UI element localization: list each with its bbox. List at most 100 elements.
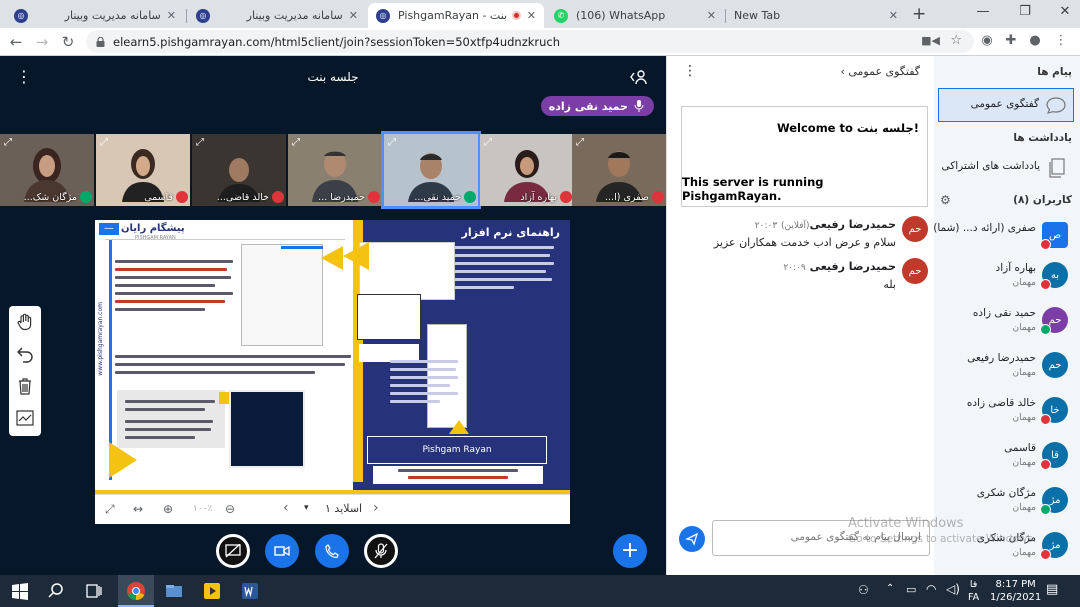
multi-user-whiteboard-icon[interactable] [15, 408, 35, 428]
chat-panel-title[interactable]: گفتگوی عمومی › [840, 65, 920, 78]
close-tab-icon[interactable]: ✕ [167, 9, 176, 22]
video-camera-button[interactable] [265, 534, 299, 568]
minimize-presentation-icon[interactable]: — [99, 223, 119, 235]
send-message-button[interactable] [679, 526, 705, 552]
slide-brand-logo-en: PISHGAM RAYAN [135, 235, 176, 241]
fullscreen-icon[interactable]: ⤢ [4, 137, 12, 148]
user-list-item[interactable]: حم حمید نقی زاده مهمان [934, 301, 1080, 345]
slide-arrow-shape [449, 420, 469, 434]
user-list-item[interactable]: حم حمیدرضا رفیعی مهمان [934, 346, 1080, 390]
camera-in-use-icon[interactable]: ■◀ [921, 34, 940, 47]
new-tab-plus-icon[interactable]: + [912, 4, 926, 24]
language-indicator[interactable]: فا FA [968, 578, 979, 604]
webcam-tile[interactable]: ⤢ مژگان شک... [0, 134, 94, 206]
tab-new-tab[interactable]: New Tab ✕ [726, 3, 906, 28]
webcam-tile[interactable]: ⤢ صفری (ا... [572, 134, 666, 206]
phone-icon [325, 544, 339, 558]
fullscreen-icon[interactable]: ⤢ [292, 137, 300, 148]
avatar: حم [902, 258, 928, 284]
next-slide-icon[interactable]: › [373, 500, 379, 516]
leave-audio-button[interactable] [315, 534, 349, 568]
webcam-tile-selected[interactable]: ⤢ حمید نقی... [381, 131, 481, 209]
url-bar[interactable]: elearn5.pishgamrayan.com/html5client/joi… [86, 30, 974, 53]
chat-options-icon[interactable]: ⋮ [683, 63, 697, 79]
close-window-icon[interactable]: ✕ [1050, 4, 1080, 19]
microphone-icon [634, 100, 644, 112]
puzzle-icon[interactable]: ✚ [1002, 33, 1020, 48]
task-view-icon[interactable] [84, 581, 104, 601]
user-list-item[interactable]: به بهاره آزاد مهمان [934, 256, 1080, 300]
notifications-icon[interactable]: ▤ [1046, 582, 1058, 597]
avatar: ص [1040, 222, 1068, 250]
reload-icon[interactable]: ↻ [58, 33, 78, 51]
video-camera-icon [274, 545, 290, 557]
previous-slide-icon[interactable]: ‹ [283, 500, 289, 516]
trash-clear-icon[interactable] [15, 376, 35, 396]
sidebar-item-public-chat[interactable]: گفتگوی عمومی [938, 88, 1074, 122]
system-clock[interactable]: 8:17 PM 1/26/2021 [990, 578, 1041, 604]
fullscreen-icon[interactable]: ⤢ [484, 137, 492, 148]
fullscreen-slide-icon[interactable]: ⤢ [105, 502, 115, 517]
tab-webinar-1[interactable]: ◎ سامانه مدیریت وبینار ✕ [6, 3, 184, 28]
webcam-tile[interactable]: ⤢ بهاره آزاد [480, 134, 574, 206]
close-tab-icon[interactable]: ✕ [889, 9, 898, 22]
fit-to-width-icon[interactable]: ↔ [133, 502, 143, 516]
restore-window-icon[interactable]: ❐ [1010, 4, 1040, 19]
user-list-toggle-icon[interactable] [628, 68, 648, 86]
forward-icon[interactable]: → [32, 33, 52, 51]
back-icon[interactable]: ← [6, 33, 26, 51]
slide-footer-logo: Pishgam Rayan [367, 436, 547, 464]
user-list-item[interactable]: ص صفری (ارائه د... (شما) [933, 216, 1080, 260]
file-explorer-icon[interactable] [164, 581, 184, 601]
share-screen-off-button[interactable] [216, 534, 250, 568]
webcam-tile[interactable]: ⤢ حمیدرضا ... [288, 134, 382, 206]
webcam-tile[interactable]: ⤢ خالد قاضی... [192, 134, 286, 206]
zoom-in-icon[interactable]: ⊕ [163, 502, 173, 516]
search-icon[interactable] [46, 581, 66, 601]
welcome-message-box: Welcome to جلسه بنت! This server is runn… [681, 106, 928, 207]
fullscreen-icon[interactable]: ⤢ [196, 137, 204, 148]
users-settings-gear-icon[interactable]: ⚙ [940, 193, 951, 207]
muted-mic-icon [560, 191, 572, 203]
wifi-icon[interactable]: ◠ [926, 582, 936, 596]
zoom-out-icon[interactable]: ⊖ [225, 502, 235, 516]
slide-controls-bar: ⤢ ↔ ⊕ ۱۰۰٪ ⊖ ‹ ▾ اسلاید ۱ › [95, 494, 570, 524]
extension-icon[interactable]: ◉ [978, 33, 996, 48]
chrome-taskbar-item[interactable] [118, 575, 154, 607]
sidebar-item-shared-notes[interactable]: یادداشت های اشتراکی [934, 152, 1080, 184]
users-sidebar: پیام ها گفتگوی عمومی یادداشت ها یادداشت … [933, 56, 1080, 575]
user-list-item[interactable]: قا قاسمی مهمان [934, 436, 1080, 480]
slide-dropdown-chevron-icon[interactable]: ▾ [304, 503, 309, 513]
bookmark-star-icon[interactable]: ☆ [950, 33, 962, 48]
close-tab-icon[interactable]: ✕ [349, 9, 358, 22]
webcam-tile[interactable]: ⤢ قاسمی [96, 134, 190, 206]
presentation-slide[interactable]: پیشگام رایان PISHGAM RAYAN www.pishgamra… [95, 220, 570, 494]
tab-pishgamrayan[interactable]: ◎ PishgamRayan - جلسه بنت ✕ [368, 3, 544, 28]
word-icon[interactable] [240, 581, 260, 601]
undo-icon[interactable] [15, 344, 35, 364]
fullscreen-icon[interactable]: ⤢ [388, 137, 396, 148]
close-tab-icon[interactable]: ✕ [527, 9, 536, 22]
zoom-level[interactable]: ۱۰۰٪ [193, 504, 212, 514]
people-icon[interactable]: ⚇ [858, 583, 869, 597]
windows-start-icon[interactable] [10, 581, 30, 601]
network-icon[interactable]: ▭ [906, 583, 916, 596]
hand-pan-tool-icon[interactable] [15, 312, 35, 332]
browser-menu-icon[interactable]: ⋮ [1052, 33, 1070, 48]
tab-webinar-2[interactable]: ◎ سامانه مدیریت وبینار ✕ [188, 3, 366, 28]
fullscreen-icon[interactable]: ⤢ [576, 137, 584, 148]
volume-icon[interactable]: ◁) [946, 582, 960, 596]
close-tab-icon[interactable]: ✕ [707, 9, 716, 22]
webinar-favicon-icon: ◎ [376, 8, 390, 23]
profile-avatar-icon[interactable]: ● [1026, 33, 1044, 48]
user-list-item[interactable]: خا خالد قاضی زاده مهمان [934, 391, 1080, 435]
actions-plus-button[interactable]: + [613, 534, 647, 568]
media-player-icon[interactable] [202, 581, 222, 601]
tab-whatsapp[interactable]: ✆ (106) WhatsApp ✕ [546, 3, 724, 28]
show-hidden-icons-chevron-icon[interactable]: ⌃ [886, 583, 894, 594]
fullscreen-icon[interactable]: ⤢ [100, 137, 108, 148]
minimize-window-icon[interactable]: — [968, 4, 998, 19]
avatar: خا [1040, 397, 1068, 425]
slide-selector[interactable]: اسلاید ۱ [325, 502, 362, 515]
mute-microphone-button[interactable] [364, 534, 398, 568]
